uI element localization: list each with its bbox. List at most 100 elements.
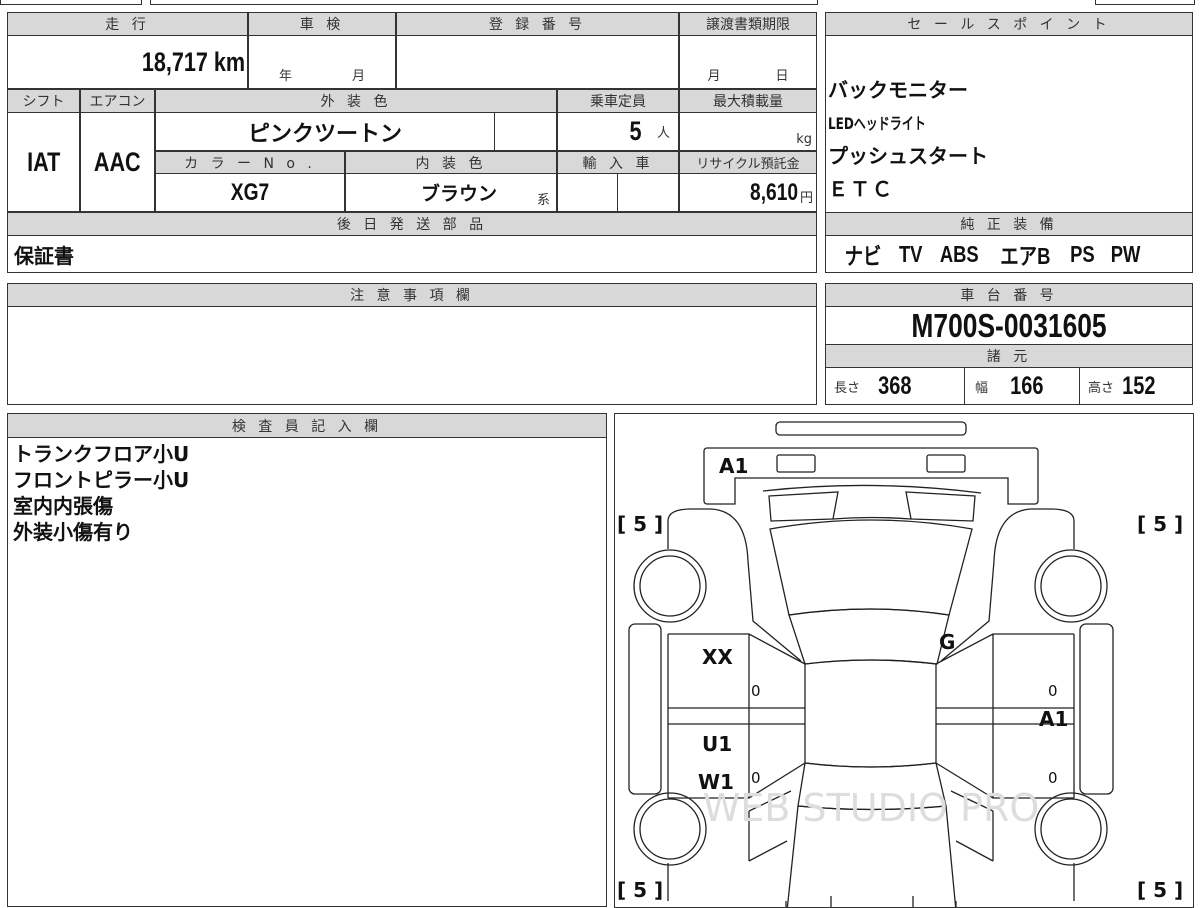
- color-no-text: XG7: [230, 178, 270, 206]
- exterior-color-text: ピンクツートン: [247, 121, 402, 147]
- month-unit: 月: [351, 69, 365, 84]
- zero-mark: 0: [751, 682, 761, 700]
- width-label: 幅: [975, 380, 989, 396]
- spec-height: 高さ 152: [1079, 367, 1193, 405]
- tire-fl: [ 5 ]: [617, 878, 663, 902]
- import-value-1: [557, 173, 618, 212]
- shaken-header: 車 検: [248, 12, 396, 36]
- spec-width: 幅 166: [964, 367, 1080, 405]
- equipment-item: PS: [1069, 240, 1095, 267]
- shaken-value: 年月: [248, 35, 396, 89]
- tire-rl: [ 5 ]: [617, 512, 663, 536]
- sales-point-item: ＥＴＣ: [828, 177, 894, 201]
- length-label: 長さ: [834, 380, 861, 396]
- inspector-note: 外装小傷有り: [13, 520, 133, 544]
- sales-point-item: バックモニター: [828, 78, 968, 102]
- mark-right-side: A1: [1039, 707, 1068, 731]
- mileage-text: 18,717 km: [141, 46, 245, 77]
- car-outline-diagram: WEB STUDIO PRO A1 [ 5 ] [ 5 ] [ 5 ] [ 5 …: [617, 421, 1183, 907]
- capacity-unit: 人: [656, 126, 670, 141]
- specs-header: 諸 元: [825, 344, 1193, 368]
- max-load-value: kg: [679, 112, 817, 151]
- interior-color-header: 内 装 色: [345, 151, 557, 174]
- max-load-unit: kg: [796, 132, 812, 147]
- shift-text: IAT: [26, 146, 61, 177]
- spec-length: 長さ 368: [825, 367, 965, 405]
- mark-pillar: G: [939, 630, 955, 654]
- rear-roof-pillar: [788, 608, 950, 665]
- sales-points-header: セ ー ル ス ポ イ ン ト: [825, 12, 1193, 36]
- mark-left-front-door-1: U1: [702, 732, 732, 756]
- rear-lights: [762, 484, 982, 522]
- sales-points-list: バックモニター LEDヘッドライト プッシュスタート ＥＴＣ: [825, 35, 1193, 213]
- recycle-header: リサイクル預託金: [679, 151, 817, 174]
- capacity-text: 5: [629, 116, 642, 146]
- width-value: 166: [1010, 371, 1044, 400]
- rear-quarters: [667, 508, 1075, 662]
- aircon-text: AAC: [94, 146, 141, 177]
- equipment-header: 純 正 装 備: [825, 212, 1193, 236]
- length-value: 368: [878, 371, 912, 400]
- exterior-color-header: 外 装 色: [155, 89, 557, 113]
- zero-mark: 0: [1048, 682, 1058, 700]
- mileage-header: 走 行: [7, 12, 248, 36]
- capacity-value: 5人: [557, 112, 679, 151]
- aircon-value: AAC: [80, 112, 155, 212]
- inspector-notes: トランクフロア小U フロントピラー小U 室内内張傷 外装小傷有り: [7, 437, 607, 907]
- chassis-value: M700S-0031605: [825, 306, 1193, 345]
- interior-color-value: ブラウン 系: [345, 173, 557, 212]
- color-no-value: XG7: [155, 173, 345, 212]
- top-strip-box: [0, 0, 142, 5]
- top-strip-box: [1095, 0, 1195, 5]
- tail-lamp-left: [776, 454, 816, 473]
- mileage-value: 18,717 km: [7, 35, 248, 89]
- left-sill: [628, 623, 662, 795]
- chassis-header: 車 台 番 号: [825, 283, 1193, 307]
- front-outline: [667, 863, 1075, 907]
- max-load-header: 最大積載量: [679, 89, 817, 113]
- equipment-item: ナビ: [844, 243, 882, 269]
- left-doors: [667, 633, 806, 799]
- rear-bumper: [775, 421, 967, 436]
- equipment-item: エアB: [1000, 243, 1051, 269]
- shift-value: IAT: [7, 112, 80, 212]
- recycle-value: 8,610 円: [679, 173, 817, 212]
- transfer-deadline-value: 月日: [679, 35, 817, 89]
- day-unit: 日: [775, 69, 789, 84]
- height-value: 152: [1122, 371, 1156, 400]
- mark-left-front-door-2: W1: [698, 770, 734, 794]
- aircon-header: エアコン: [80, 89, 155, 113]
- mark-left-rear-door: XX: [702, 645, 733, 669]
- later-parts-value: 保証書: [7, 235, 817, 273]
- equipment-item: TV: [898, 240, 923, 267]
- month-unit: 月: [707, 69, 721, 84]
- registration-value: [396, 35, 679, 89]
- inspector-note: 室内内張傷: [13, 494, 113, 518]
- inspector-note: フロントピラー小U: [13, 468, 190, 492]
- watermark: WEB STUDIO PRO: [703, 786, 1040, 830]
- recycle-text: 8,610: [749, 178, 798, 206]
- roof: [804, 659, 937, 768]
- later-parts-text: 保証書: [14, 243, 74, 268]
- notes-body: [7, 306, 817, 405]
- shift-header: シフト: [7, 89, 80, 113]
- zero-mark: 0: [751, 769, 761, 787]
- mark-trunk: A1: [719, 454, 748, 478]
- exterior-color-value: ピンクツートン: [155, 112, 495, 151]
- sales-point-item: LEDヘッドライト: [828, 114, 926, 133]
- later-parts-header: 後 日 発 送 部 品: [7, 212, 817, 236]
- capacity-header: 乗車定員: [557, 89, 679, 113]
- recycle-unit: 円: [799, 191, 813, 206]
- tire-fr: [ 5 ]: [1137, 878, 1183, 902]
- color-no-header: カ ラ ー N o .: [155, 151, 345, 174]
- top-strip-box: [150, 0, 818, 5]
- equipment-item: PW: [1110, 240, 1141, 267]
- transfer-deadline-header: 譲渡書類期限: [679, 12, 817, 36]
- right-sill: [1079, 623, 1114, 795]
- inspector-header: 検 査 員 記 入 欄: [7, 413, 607, 438]
- height-label: 高さ: [1088, 380, 1115, 396]
- damage-diagram: WEB STUDIO PRO A1 [ 5 ] [ 5 ] [ 5 ] [ 5 …: [614, 413, 1194, 908]
- import-value-2: [617, 173, 679, 212]
- rear-window: [769, 519, 973, 616]
- equipment-list: ナビ TV ABS エアB PS PW: [825, 235, 1193, 273]
